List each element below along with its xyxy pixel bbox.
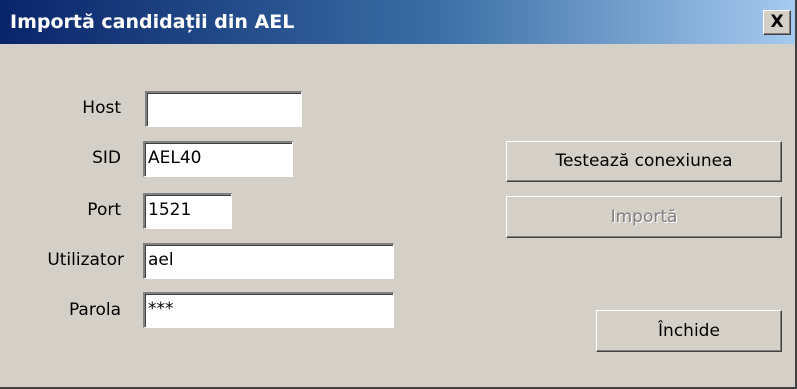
close-button[interactable]: Închide xyxy=(596,310,782,352)
import-label: Importă xyxy=(610,207,678,227)
port-label: Port xyxy=(87,200,121,220)
import-dialog: Importă candidații din AEL X Host SID AE… xyxy=(0,0,797,389)
sid-input[interactable]: AEL40 xyxy=(143,141,293,177)
password-input[interactable]: *** xyxy=(143,292,394,328)
test-connection-label: Testează conexiunea xyxy=(555,151,733,171)
password-label: Parola xyxy=(68,300,121,320)
dialog-title: Importă candidații din AEL xyxy=(10,11,295,33)
user-input[interactable]: ael xyxy=(143,243,394,279)
title-bar[interactable]: Importă candidații din AEL X xyxy=(0,0,795,44)
host-input[interactable] xyxy=(145,91,302,127)
host-label: Host xyxy=(82,98,121,118)
close-icon: X xyxy=(770,12,784,32)
sid-label: SID xyxy=(92,148,121,168)
test-connection-button[interactable]: Testează conexiunea xyxy=(506,141,782,182)
close-window-button[interactable]: X xyxy=(763,10,791,35)
import-button: Importă xyxy=(506,196,782,238)
port-input[interactable]: 1521 xyxy=(143,193,232,229)
close-label: Închide xyxy=(658,321,720,341)
user-label: Utilizator xyxy=(47,250,124,270)
